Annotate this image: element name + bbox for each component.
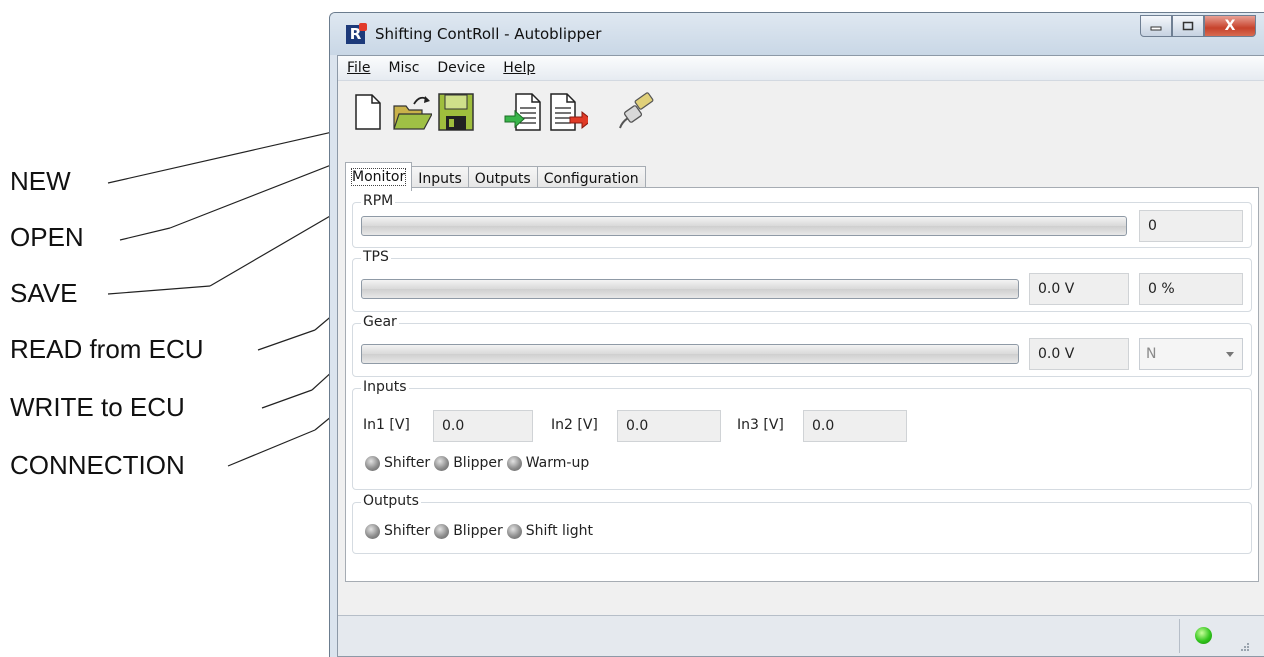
input-shifter-label: Shifter [384, 455, 431, 471]
outputs-group-label: Outputs [361, 493, 421, 509]
led-icon [434, 523, 450, 539]
close-icon: X [1224, 18, 1236, 34]
output-shiftlight-label: Shift light [525, 523, 594, 539]
save-disk-icon [438, 93, 474, 131]
new-button[interactable] [348, 88, 388, 136]
in3-label: In3 [V] [737, 417, 784, 433]
input-indicators: Shifter Blipper Warm-up [363, 455, 591, 471]
menu-bar: File Misc Device Help [338, 56, 1264, 81]
tps-label: TPS [361, 249, 391, 265]
in2-value: 0.0 [617, 410, 721, 442]
menu-file[interactable]: File [338, 60, 379, 76]
menu-misc-label: Misc [388, 60, 420, 76]
toolbar [348, 84, 656, 140]
minimize-button[interactable] [1140, 15, 1172, 37]
app-window: R Shifting ContRoll - Autoblipper X File… [329, 12, 1264, 657]
input-warmup-label: Warm-up [525, 455, 590, 471]
connection-cable-icon [619, 92, 654, 129]
callout-write: WRITE to ECU [10, 392, 185, 422]
in3-value: 0.0 [803, 410, 907, 442]
close-button[interactable]: X [1204, 15, 1256, 37]
inputs-group: Inputs In1 [V] 0.0 In2 [V] 0.0 In3 [V] 0… [352, 379, 1252, 490]
status-separator [1179, 619, 1180, 653]
led-icon [434, 455, 450, 471]
minimize-icon [1150, 26, 1162, 31]
app-logo-icon: R [346, 23, 367, 44]
read-from-ecu-button[interactable] [504, 88, 544, 136]
tps-bar [361, 279, 1019, 299]
gear-bar [361, 344, 1019, 364]
menu-device[interactable]: Device [428, 60, 494, 76]
inputs-group-label: Inputs [361, 379, 409, 395]
tab-monitor-label: Monitor [350, 168, 407, 186]
chevron-down-icon [1226, 352, 1234, 357]
title-bar[interactable]: R Shifting ContRoll - Autoblipper X [330, 13, 1264, 55]
output-blipper-label: Blipper [453, 523, 503, 539]
input-blipper-label: Blipper [453, 455, 503, 471]
callout-line-write [261, 389, 313, 409]
new-file-icon [355, 94, 381, 130]
callout-new: NEW [10, 166, 71, 196]
open-folder-icon [393, 96, 432, 130]
in1-value: 0.0 [433, 410, 533, 442]
read-from-ecu-icon [504, 93, 541, 131]
menu-misc[interactable]: Misc [379, 60, 428, 76]
tps-group: TPS 0.0 V 0 % [352, 249, 1252, 312]
menu-help-label: Help [503, 60, 536, 76]
window-controls: X [1140, 15, 1256, 37]
menu-file-label: File [347, 60, 371, 76]
output-shifter-label: Shifter [384, 523, 431, 539]
tab-outputs-label: Outputs [474, 171, 531, 187]
write-to-ecu-button[interactable] [548, 88, 588, 136]
write-to-ecu-icon [550, 93, 588, 131]
connection-button[interactable] [616, 88, 656, 136]
tab-inputs-label: Inputs [418, 171, 462, 187]
in2-label: In2 [V] [551, 417, 598, 433]
callout-line-connection [227, 429, 316, 467]
maximize-icon [1182, 21, 1194, 31]
gear-voltage: 0.0 V [1029, 338, 1129, 370]
rpm-value: 0 [1139, 210, 1243, 242]
client-area: File Misc Device Help Monitor Inputs Out… [337, 55, 1264, 657]
callout-line-save [107, 285, 211, 295]
in1-label: In1 [V] [363, 417, 410, 433]
led-icon [365, 523, 380, 539]
status-bar [338, 615, 1264, 656]
connection-status-icon [1195, 627, 1212, 644]
callout-open: OPEN [10, 222, 84, 252]
callout-read: READ from ECU [10, 334, 204, 364]
output-indicators: Shifter Blipper Shift light [363, 523, 595, 539]
gear-label: Gear [361, 314, 399, 330]
gear-group: Gear 0.0 V N [352, 314, 1252, 377]
rpm-bar [361, 216, 1127, 236]
rpm-label: RPM [361, 193, 396, 209]
led-icon [365, 455, 380, 471]
rpm-group: RPM 0 [352, 193, 1252, 248]
callout-save: SAVE [10, 278, 78, 308]
tab-monitor[interactable]: Monitor [345, 162, 413, 191]
tps-voltage: 0.0 V [1029, 273, 1129, 305]
callout-line-read [257, 329, 316, 351]
save-button[interactable] [436, 88, 476, 136]
resize-grip-icon[interactable] [1240, 642, 1250, 652]
tab-configuration-label: Configuration [543, 171, 639, 187]
tps-percent: 0 % [1139, 273, 1243, 305]
open-button[interactable] [392, 88, 432, 136]
menu-device-label: Device [437, 60, 486, 76]
led-icon [506, 455, 522, 471]
window-title: Shifting ContRoll - Autoblipper [375, 25, 602, 43]
callout-line-open [119, 227, 171, 241]
gear-select-value: N [1146, 346, 1157, 362]
outputs-group: Outputs Shifter Blipper Shift light [352, 493, 1252, 554]
monitor-panel: RPM 0 TPS 0.0 V 0 % Gear 0.0 V N Inputs … [345, 187, 1259, 582]
maximize-button[interactable] [1172, 15, 1204, 37]
menu-help[interactable]: Help [494, 60, 544, 76]
led-icon [506, 523, 522, 539]
callout-connection: CONNECTION [10, 450, 185, 480]
gear-select[interactable]: N [1139, 338, 1243, 370]
